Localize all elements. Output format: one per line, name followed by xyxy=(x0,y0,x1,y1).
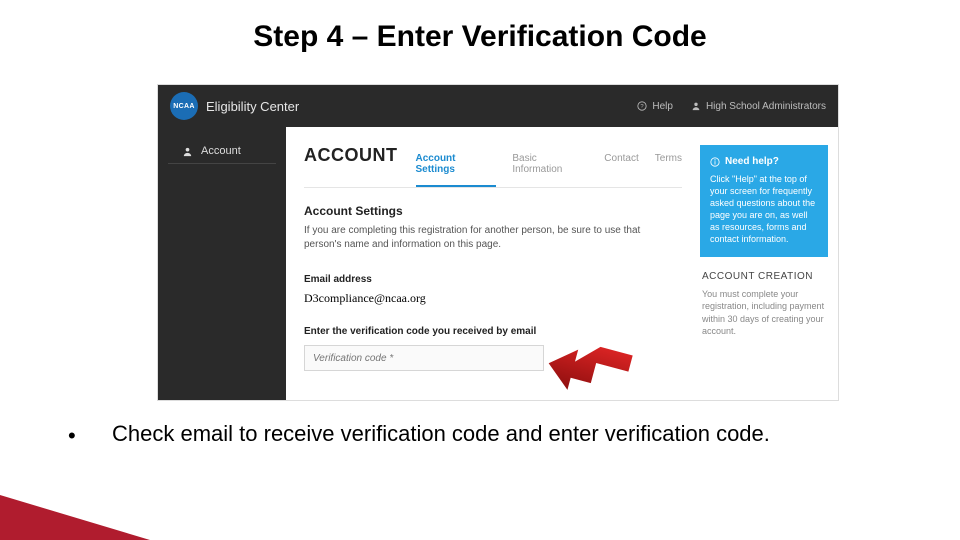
tabs: Account Settings Basic Information Conta… xyxy=(416,147,683,187)
slide-bullet: • Check email to receive verification co… xyxy=(90,420,890,449)
info-icon xyxy=(710,157,720,167)
page-title: ACCOUNT xyxy=(304,145,398,166)
verification-code-input[interactable] xyxy=(304,345,544,371)
bullet-text: Check email to receive verification code… xyxy=(90,420,890,449)
slide-title: Step 4 – Enter Verification Code xyxy=(0,0,960,54)
app-screenshot: NCAA Eligibility Center ? Help High Scho… xyxy=(158,85,838,400)
tab-contact[interactable]: Contact xyxy=(604,147,638,187)
verification-label: Enter the verification code you received… xyxy=(304,326,682,337)
account-creation-title: ACCOUNT CREATION xyxy=(702,271,826,282)
account-header: ACCOUNT Account Settings Basic Informati… xyxy=(304,145,682,188)
tab-terms[interactable]: Terms xyxy=(655,147,682,187)
user-icon xyxy=(182,146,193,157)
body-area: Account ACCOUNT Account Settings Basic I… xyxy=(158,127,838,400)
sidebar-item-account[interactable]: Account xyxy=(168,139,276,164)
svg-text:?: ? xyxy=(641,104,645,110)
white-triangle-decor xyxy=(0,468,90,495)
red-triangle-decor xyxy=(0,495,150,540)
account-creation-body: You must complete your registration, inc… xyxy=(702,288,826,337)
need-help-title: Need help? xyxy=(710,155,818,169)
help-icon: ? xyxy=(637,101,647,111)
email-label: Email address xyxy=(304,274,682,285)
bullet-dot-icon: • xyxy=(68,422,76,451)
top-nav: NCAA Eligibility Center ? Help High Scho… xyxy=(158,85,838,127)
right-column: Need help? Click "Help" at the top of yo… xyxy=(700,127,838,400)
admin-label: High School Administrators xyxy=(706,101,826,112)
sidebar: Account xyxy=(158,127,286,400)
top-nav-right: ? Help High School Administrators xyxy=(637,101,826,112)
tab-account-settings[interactable]: Account Settings xyxy=(416,147,497,187)
logo-text: NCAA xyxy=(173,103,194,110)
sidebar-account-label: Account xyxy=(201,145,241,157)
user-icon xyxy=(691,101,701,111)
tab-basic-information[interactable]: Basic Information xyxy=(512,147,588,187)
email-value: D3compliance@ncaa.org xyxy=(304,291,682,306)
ncaa-logo-icon: NCAA xyxy=(170,92,198,120)
brand-area: NCAA Eligibility Center xyxy=(170,92,299,120)
slide: Step 4 – Enter Verification Code NCAA El… xyxy=(0,0,960,540)
red-arrow-annotation xyxy=(546,345,634,395)
help-link[interactable]: ? Help xyxy=(637,101,673,112)
main-content: ACCOUNT Account Settings Basic Informati… xyxy=(286,127,700,400)
brand-text: Eligibility Center xyxy=(206,99,299,114)
need-help-title-text: Need help? xyxy=(725,155,779,169)
need-help-box: Need help? Click "Help" at the top of yo… xyxy=(700,145,828,257)
account-creation-box: ACCOUNT CREATION You must complete your … xyxy=(700,271,828,337)
section-description: If you are completing this registration … xyxy=(304,224,664,252)
section-title: Account Settings xyxy=(304,204,682,218)
admin-link[interactable]: High School Administrators xyxy=(691,101,826,112)
need-help-body: Click "Help" at the top of your screen f… xyxy=(710,173,818,246)
help-label: Help xyxy=(652,101,673,112)
